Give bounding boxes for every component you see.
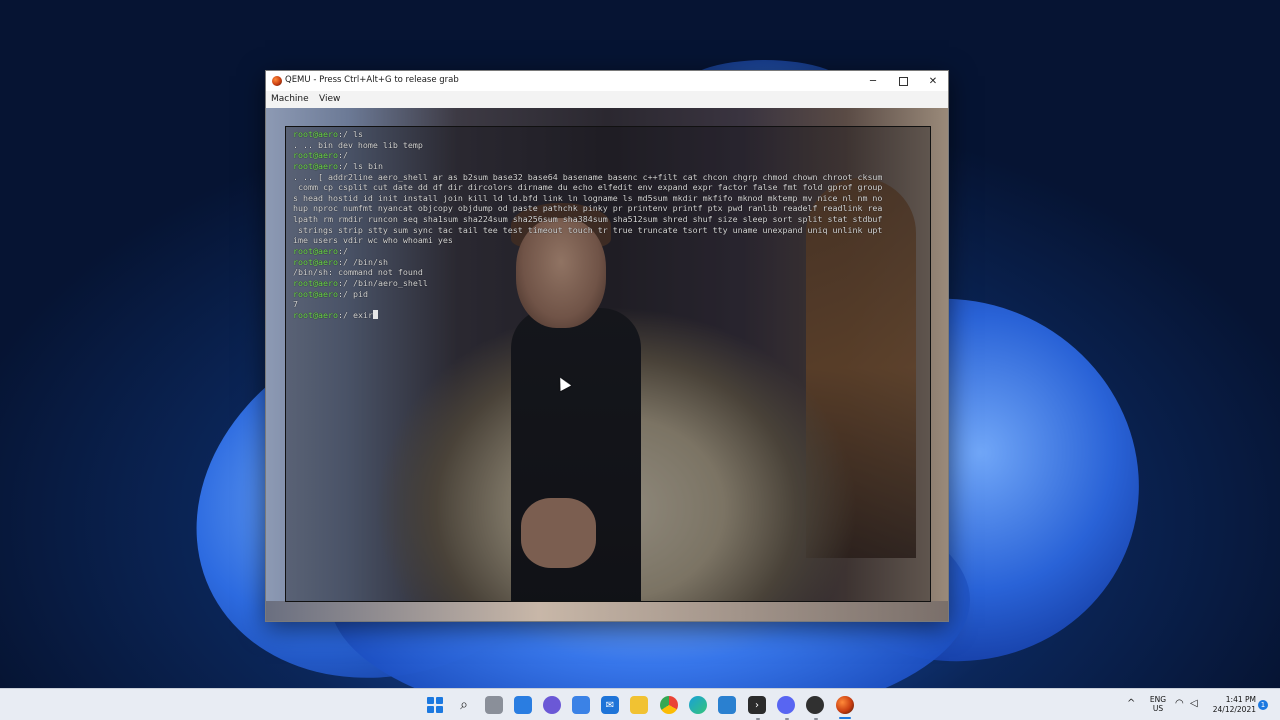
terminal-command: pid	[352, 288, 368, 299]
terminal-line: root@aero:/ /bin/aero_shell	[293, 278, 925, 289]
terminal-output: root@aero:/ ls. .. bin dev home lib temp…	[293, 129, 925, 321]
terminal-prompt-path: :/	[337, 288, 353, 299]
language-indicator[interactable]: ENG US	[1148, 695, 1168, 713]
terminal-prompt-path: :/	[337, 150, 353, 161]
minimize-button[interactable]: ─	[858, 71, 888, 91]
chrome-icon[interactable]	[660, 696, 678, 714]
terminal-line: . .. [ addr2line aero_shell ar as b2sum …	[293, 172, 925, 183]
terminal-output-text: comm cp csplit cut date dd df dir dircol…	[293, 182, 883, 193]
menu-bar: Machine View	[266, 91, 948, 108]
maximize-icon	[898, 76, 908, 86]
tray-overflow-chevron-icon[interactable]: ^	[1127, 698, 1135, 709]
region-code: US	[1152, 704, 1164, 713]
terminal-icon[interactable]: ›	[748, 696, 766, 714]
terminal-output-text: 7	[293, 299, 298, 310]
qemu-window[interactable]: QEMU - Press Ctrl+Alt+G to release grab …	[265, 70, 949, 622]
terminal-command: ls	[352, 129, 363, 139]
terminal-line: 7	[293, 299, 925, 310]
terminal-prompt-path: :/	[337, 246, 353, 257]
file-explorer-icon[interactable]	[630, 696, 648, 714]
terminal-command: /bin/sh	[352, 256, 388, 267]
terminal-line: hup nproc numfmt nyancat objcopy objdump…	[293, 203, 925, 214]
terminal-prompt-path: :/	[337, 309, 353, 320]
terminal-prompt: root@aero	[293, 160, 338, 171]
terminal-line: comm cp csplit cut date dd df dir dircol…	[293, 182, 925, 193]
terminal-command: exir	[352, 309, 373, 320]
terminal-line: root@aero:/	[293, 246, 925, 257]
terminal-prompt: root@aero	[293, 309, 338, 320]
close-button[interactable]: ✕	[918, 71, 948, 91]
edge-icon[interactable]	[689, 696, 707, 714]
terminal-line: root@aero:/	[293, 150, 925, 161]
terminal-prompt: root@aero	[293, 277, 338, 288]
terminal-line: . .. bin dev home lib temp	[293, 140, 925, 151]
terminal-prompt-path: :/	[337, 277, 353, 288]
terminal-prompt-path: :/	[337, 129, 353, 139]
mail-icon[interactable]: ✉	[601, 696, 619, 714]
maximize-button[interactable]	[888, 71, 918, 91]
terminal-line: strings strip stty sum sync tac tail tee…	[293, 225, 925, 236]
wifi-icon[interactable]: ◠	[1175, 698, 1184, 709]
qemu-app-icon	[272, 76, 282, 86]
terminal-output-text: lpath rm rmdir runcon seq sha1sum sha224…	[293, 214, 883, 225]
widgets-icon[interactable]	[514, 696, 532, 714]
discord-icon[interactable]	[777, 696, 795, 714]
terminal-prompt: root@aero	[293, 129, 338, 139]
store-icon[interactable]	[572, 696, 590, 714]
clock[interactable]: 1:41 PM 24/12/2021	[1208, 695, 1256, 715]
window-titlebar[interactable]: QEMU - Press Ctrl+Alt+G to release grab …	[266, 71, 948, 91]
terminal-command: ls bin	[352, 160, 383, 171]
terminal-output-text: strings strip stty sum sync tac tail tee…	[293, 224, 883, 235]
vm-display[interactable]: root@aero:/ ls. .. bin dev home lib temp…	[266, 108, 948, 621]
terminal-prompt-path: :/	[337, 256, 353, 267]
language-code: ENG	[1149, 695, 1167, 704]
terminal-line: root@aero:/ ls bin	[293, 161, 925, 172]
terminal-output-text: . .. bin dev home lib temp	[293, 139, 423, 150]
terminal-line: s head hostid id init install join kill …	[293, 193, 925, 204]
video-bottom-strip	[266, 601, 948, 621]
clock-time: 1:41 PM	[1225, 695, 1256, 704]
terminal-line: root@aero:/ pid	[293, 289, 925, 300]
terminal-line: lpath rm rmdir runcon seq sha1sum sha224…	[293, 214, 925, 225]
terminal-output-text: hup nproc numfmt nyancat objcopy objdump…	[293, 203, 883, 214]
vscode-icon[interactable]	[718, 696, 736, 714]
menu-view[interactable]: View	[319, 94, 340, 104]
terminal-line: root@aero:/ exir	[293, 309, 925, 321]
terminal-line: /bin/sh: command not found	[293, 267, 925, 278]
qemu-icon[interactable]	[836, 696, 854, 714]
terminal-prompt: root@aero	[293, 150, 338, 161]
terminal-command: /bin/aero_shell	[352, 277, 428, 288]
active-app-indicator	[839, 717, 851, 719]
chat-icon[interactable]	[543, 696, 561, 714]
terminal-output-text: s head hostid id init install join kill …	[293, 192, 883, 203]
terminal-prompt: root@aero	[293, 256, 338, 267]
terminal-output-text: . .. [ addr2line aero_shell ar as b2sum …	[293, 171, 883, 182]
terminal-window[interactable]: root@aero:/ ls. .. bin dev home lib temp…	[285, 126, 931, 602]
terminal-line: root@aero:/ ls	[293, 129, 925, 140]
terminal-prompt-path: :/	[337, 160, 353, 171]
notification-badge[interactable]: 1	[1258, 700, 1268, 710]
taskbar: ⌕ ✉ › ^ ENG US ◠ ◁ 1:41 PM 24/12/2021 1	[0, 688, 1280, 720]
terminal-output-text: /bin/sh: command not found	[293, 267, 423, 278]
terminal-line: ime users vdir wc who whoami yes	[293, 235, 925, 246]
terminal-line: root@aero:/ /bin/sh	[293, 257, 925, 268]
terminal-prompt: root@aero	[293, 288, 338, 299]
search-icon[interactable]: ⌕	[455, 696, 473, 714]
start-icon[interactable]	[426, 696, 444, 714]
obs-icon[interactable]	[806, 696, 824, 714]
window-title: QEMU - Press Ctrl+Alt+G to release grab	[285, 75, 459, 85]
terminal-prompt: root@aero	[293, 246, 338, 257]
terminal-output-text: ime users vdir wc who whoami yes	[293, 235, 453, 246]
task-view-icon[interactable]	[485, 696, 503, 714]
clock-date: 24/12/2021	[1212, 705, 1256, 714]
menu-machine[interactable]: Machine	[271, 94, 309, 104]
terminal-cursor	[372, 309, 378, 319]
volume-icon[interactable]: ◁	[1190, 698, 1198, 709]
